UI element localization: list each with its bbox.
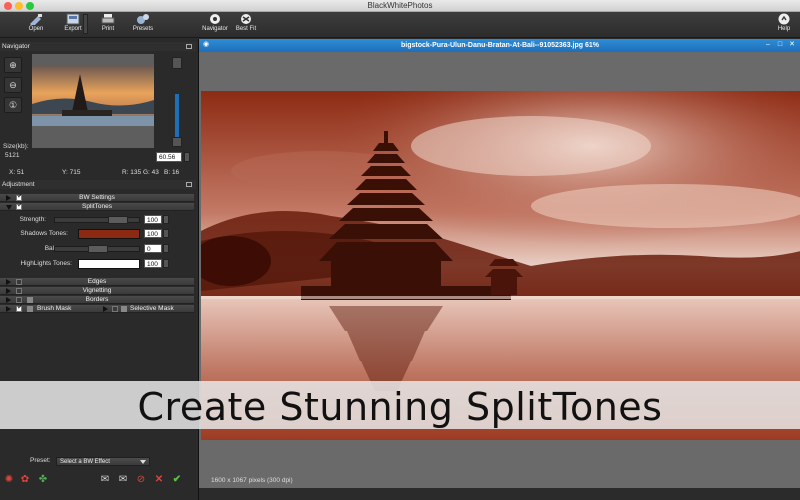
shadows-stepper[interactable] — [163, 229, 169, 238]
group-splittones[interactable]: SplitTones — [0, 202, 194, 211]
horizontal-scrollbar[interactable] — [199, 488, 800, 500]
best-fit-icon — [241, 14, 251, 24]
print-button[interactable]: Print — [96, 13, 120, 32]
shadows-color-swatch[interactable] — [78, 229, 140, 239]
balance-row: Balance: 0 — [0, 243, 196, 255]
cursor-y: Y: 715 — [62, 169, 81, 176]
pixel-g: G: 43 — [143, 169, 159, 176]
detach-panel-icon[interactable] — [186, 182, 192, 187]
cancel-icon[interactable]: ✕ — [152, 473, 166, 486]
export-dropdown-button[interactable] — [83, 14, 88, 34]
shadows-row: Shadows Tones: 100 — [0, 228, 196, 240]
effect-green-icon[interactable]: ✤ — [36, 473, 50, 486]
size-value: 5121 — [5, 152, 20, 159]
close-document-icon[interactable]: ✕ — [788, 41, 796, 49]
zoom-out-icon: ⊖ — [9, 80, 17, 90]
pixel-b: B: 16 — [164, 169, 180, 176]
navigator-button[interactable]: Navigator — [200, 13, 230, 32]
document-titlebar: ◉ bigstock-Pura-Ulun-Danu-Bratan-At-Bali… — [199, 39, 800, 52]
balance-stepper[interactable] — [163, 244, 169, 253]
zoom-stepper[interactable] — [184, 152, 190, 162]
shadows-value-field[interactable]: 100 — [144, 229, 162, 238]
zoom-in-icon: ⊕ — [9, 60, 17, 70]
export-icon — [66, 13, 80, 25]
balance-slider-knob[interactable] — [88, 245, 108, 253]
navigator-thumbnail[interactable] — [32, 54, 154, 148]
preset-select[interactable]: Select a BW Effect — [56, 457, 150, 466]
brush-mask-label[interactable]: Brush Mask — [37, 305, 71, 313]
printer-icon — [101, 14, 115, 24]
highlights-color-swatch[interactable] — [78, 259, 140, 269]
effect-pair-icon[interactable]: ✿ — [18, 473, 32, 486]
group-borders[interactable]: Borders — [0, 296, 194, 304]
pixel-r: R: 135 — [122, 169, 142, 176]
detach-panel-icon[interactable] — [186, 44, 192, 49]
main-toolbar: Open Export Print Presets Navigator Best… — [0, 12, 800, 38]
chevron-down-icon — [140, 460, 146, 464]
lock-icon — [121, 306, 127, 312]
group-edges[interactable]: Edges — [0, 278, 194, 286]
selective-mask-checkbox[interactable] — [112, 306, 118, 312]
cursor-x: X: 51 — [9, 169, 25, 176]
zoom-value-field[interactable]: 60.56 — [156, 152, 182, 162]
balance-value-field[interactable]: 0 — [144, 244, 162, 253]
gears-icon — [137, 14, 149, 24]
strength-row: Strength: 100 — [0, 214, 196, 226]
lock-icon — [27, 306, 33, 312]
brush-mask-checkbox[interactable] — [16, 304, 23, 312]
banner-text: Create Stunning SplitTones — [137, 385, 663, 429]
left-panel: Navigator ⊕ ⊖ ① 60.56 Size(kb): 5121 X: … — [0, 39, 196, 500]
highlights-value-field[interactable]: 100 — [144, 259, 162, 268]
group-bw-settings[interactable]: BW Settings — [0, 193, 194, 202]
window-titlebar: BlackWhitePhotos — [0, 0, 800, 12]
presets-button[interactable]: Presets — [128, 13, 158, 32]
preset-label: Preset: — [30, 457, 51, 464]
actual-size-icon: ① — [8, 100, 18, 110]
window-title: BlackWhitePhotos — [367, 1, 433, 10]
image-status: 1600 x 1067 pixels (300 dpi) — [211, 477, 293, 484]
group-masks: Brush Mask Selective Mask — [0, 304, 194, 313]
strength-slider-knob[interactable] — [108, 216, 128, 224]
help-button[interactable]: Help — [774, 13, 794, 32]
zoom-in-tool-button[interactable]: ⊕ — [4, 57, 22, 73]
effect-red-icon[interactable]: ✺ — [2, 473, 16, 486]
apply-checkmark-icon[interactable]: ✔ — [170, 473, 184, 486]
strength-value-field[interactable]: 100 — [144, 215, 162, 224]
maximize-document-icon[interactable]: □ — [776, 41, 784, 49]
actual-size-tool-button[interactable]: ① — [4, 97, 22, 113]
reset-icon[interactable]: ⊘ — [134, 473, 148, 486]
navigator-preview-image — [32, 66, 154, 126]
zoom-out-tool-button[interactable]: ⊖ — [4, 77, 22, 93]
zoom-plus-button[interactable] — [172, 57, 182, 69]
open-icon — [30, 14, 42, 25]
document-window: ◉ bigstock-Pura-Ulun-Danu-Bratan-At-Bali… — [198, 39, 800, 500]
document-icon: ◉ — [202, 41, 210, 48]
navigator-icon — [210, 14, 220, 24]
help-icon — [778, 13, 790, 25]
promo-banner: Create Stunning SplitTones — [0, 381, 800, 429]
navigator-section-header: Navigator — [0, 42, 196, 51]
highlights-stepper[interactable] — [163, 259, 169, 268]
highlights-row: HighLights Tones: 100 — [0, 258, 196, 270]
strength-stepper[interactable] — [163, 215, 169, 224]
zoom-minus-button[interactable] — [172, 137, 182, 147]
minimize-document-icon[interactable]: – — [764, 41, 772, 49]
adjustment-section-header: Adjustment — [0, 180, 196, 189]
mail-red-icon[interactable]: ✉ — [98, 473, 112, 486]
best-fit-button[interactable]: Best Fit — [233, 13, 259, 32]
selective-mask-label[interactable]: Selective Mask — [130, 305, 174, 313]
size-label: Size(kb): — [3, 143, 29, 150]
group-vignetting[interactable]: Vignetting — [0, 287, 194, 295]
open-button[interactable]: Open — [24, 13, 48, 32]
balance-slider[interactable] — [54, 245, 140, 253]
strength-slider[interactable] — [54, 216, 140, 224]
zoom-slider[interactable] — [175, 94, 179, 140]
mail-icon[interactable]: ✉ — [116, 473, 130, 486]
expand-triangle-icon[interactable] — [103, 306, 108, 312]
expand-triangle-icon[interactable] — [6, 306, 11, 312]
document-title: bigstock-Pura-Ulun-Danu-Bratan-At-Bali--… — [401, 42, 599, 49]
